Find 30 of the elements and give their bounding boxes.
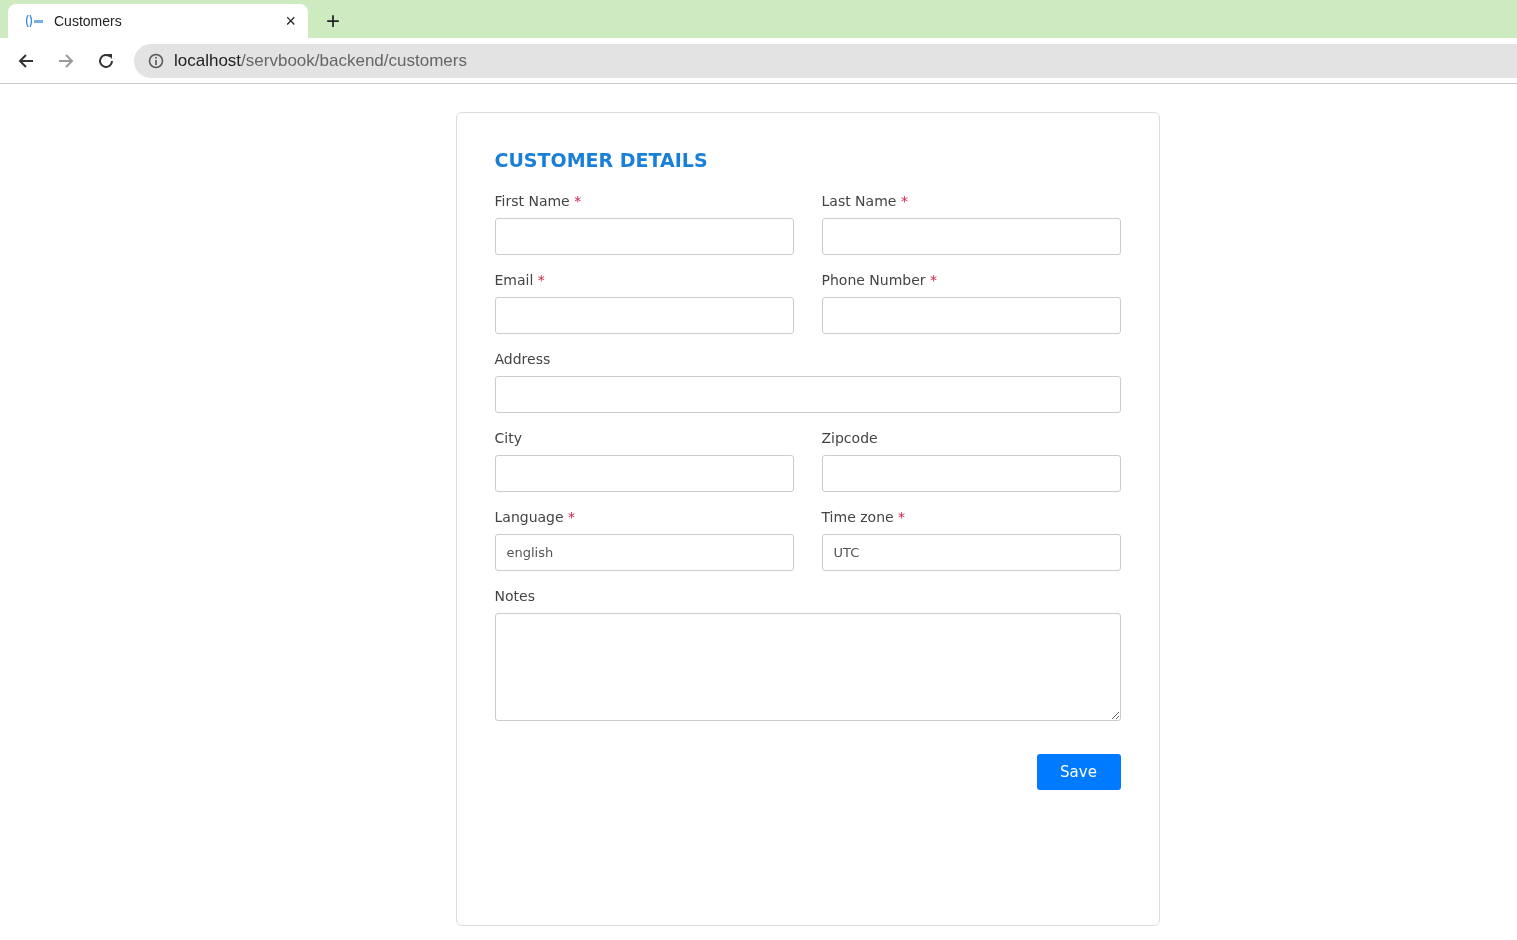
- field-label: First Name *: [494, 193, 583, 209]
- input-field[interactable]: [494, 455, 794, 492]
- input-field[interactable]: [821, 297, 1121, 334]
- field-label: Time zone *: [821, 509, 907, 525]
- field-label: Last Name *: [821, 193, 909, 209]
- input-field[interactable]: [494, 218, 794, 255]
- form-title: CUSTOMER DETAILS: [494, 149, 709, 171]
- site-icon: [24, 14, 44, 28]
- field-label: Notes: [494, 588, 536, 604]
- input-field[interactable]: [821, 455, 1121, 492]
- new-tab-button[interactable]: +: [326, 9, 340, 33]
- field-label: Address: [494, 351, 552, 367]
- input-field[interactable]: UTC: [821, 534, 1121, 571]
- address-bar[interactable]: localhost/servbook/backend/customers: [134, 43, 1517, 78]
- url-text: localhost/servbook/backend/customers: [174, 50, 467, 71]
- close-tab-button[interactable]: ×: [285, 10, 296, 32]
- field-label: Language *: [494, 509, 577, 525]
- browser-tab[interactable]: Customers ×: [8, 4, 308, 38]
- info-icon: [148, 52, 164, 69]
- notes-field[interactable]: [494, 613, 1121, 721]
- field-label: Zipcode: [821, 430, 879, 446]
- input-field[interactable]: [494, 297, 794, 334]
- save-button[interactable]: Save: [1036, 754, 1121, 790]
- input-field[interactable]: [494, 376, 1121, 413]
- field-label: Phone Number *: [821, 272, 938, 288]
- input-field[interactable]: english: [494, 534, 794, 571]
- input-field[interactable]: [821, 218, 1121, 255]
- tab-title: Customers: [54, 13, 123, 29]
- field-label: City: [494, 430, 523, 446]
- field-label: Email *: [494, 272, 546, 288]
